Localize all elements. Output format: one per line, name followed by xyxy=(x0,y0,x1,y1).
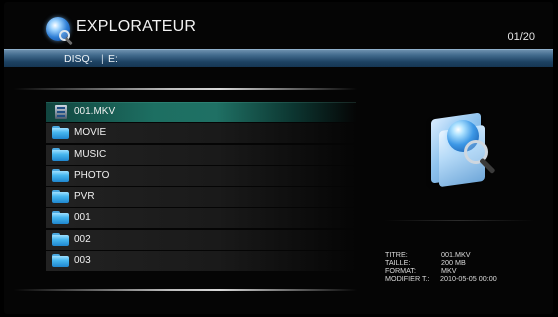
current-drive[interactable]: E: xyxy=(108,53,118,65)
folder-icon xyxy=(52,126,69,140)
header: EXPLORATEUR 01/20 xyxy=(4,2,553,46)
folder-icon xyxy=(52,168,69,182)
page-counter: 01/20 xyxy=(507,31,535,43)
list-item[interactable]: MOVIE xyxy=(46,123,356,144)
video-file-icon xyxy=(55,105,67,119)
info-modified-row: MODIFIER T.: 2010-05-05 00:00 xyxy=(385,275,545,283)
magnifier-handle xyxy=(64,37,73,46)
info-divider xyxy=(384,220,534,221)
list-item-label: 001.MKV xyxy=(74,106,116,117)
list-bottom-divider xyxy=(14,289,357,291)
list-item[interactable]: PHOTO xyxy=(46,165,356,186)
explorer-window: EXPLORATEUR 01/20 DISQ. | E: 001.MKV MOV… xyxy=(4,2,553,314)
folder-icon xyxy=(52,190,69,204)
folder-icon xyxy=(52,211,69,225)
file-info: TITRE: 001.MKV TAILLE: 200 MB FORMAT: MK… xyxy=(385,251,545,283)
list-item[interactable]: 002 xyxy=(46,229,356,250)
list-item-label: MOVIE xyxy=(74,127,107,139)
path-bar: DISQ. | E: xyxy=(4,49,553,67)
folder-icon xyxy=(52,254,69,268)
list-item-selected[interactable]: 001.MKV xyxy=(46,102,356,122)
list-item-label: 003 xyxy=(74,255,91,267)
list-top-divider xyxy=(14,88,357,90)
disk-label: DISQ. xyxy=(64,53,93,65)
folder-globe-magnifier-icon xyxy=(429,110,497,188)
list-item[interactable]: PVR xyxy=(46,187,356,208)
file-list-panel: 001.MKV MOVIE MUSIC PHOTO PVR 001 002 00… xyxy=(14,88,357,292)
explorer-globe-icon xyxy=(46,17,73,46)
path-separator: | xyxy=(101,53,104,65)
app-title: EXPLORATEUR xyxy=(76,18,197,35)
list-item-label: PHOTO xyxy=(74,169,110,181)
info-modified-value: 2010-05-05 00:00 xyxy=(440,274,497,283)
list-item-label: MUSIC xyxy=(74,148,107,160)
list-item[interactable]: 003 xyxy=(46,251,356,272)
folder-icon xyxy=(52,147,69,161)
list-item-label: PVR xyxy=(74,191,95,203)
info-modified-label: MODIFIER T.: xyxy=(385,274,430,283)
file-list: 001.MKV MOVIE MUSIC PHOTO PVR 001 002 00… xyxy=(46,102,356,272)
list-item-label: 001 xyxy=(74,212,91,224)
folder-icon xyxy=(52,232,69,246)
list-item-label: 002 xyxy=(74,233,91,245)
list-item[interactable]: 001 xyxy=(46,208,356,229)
list-item[interactable]: MUSIC xyxy=(46,144,356,165)
